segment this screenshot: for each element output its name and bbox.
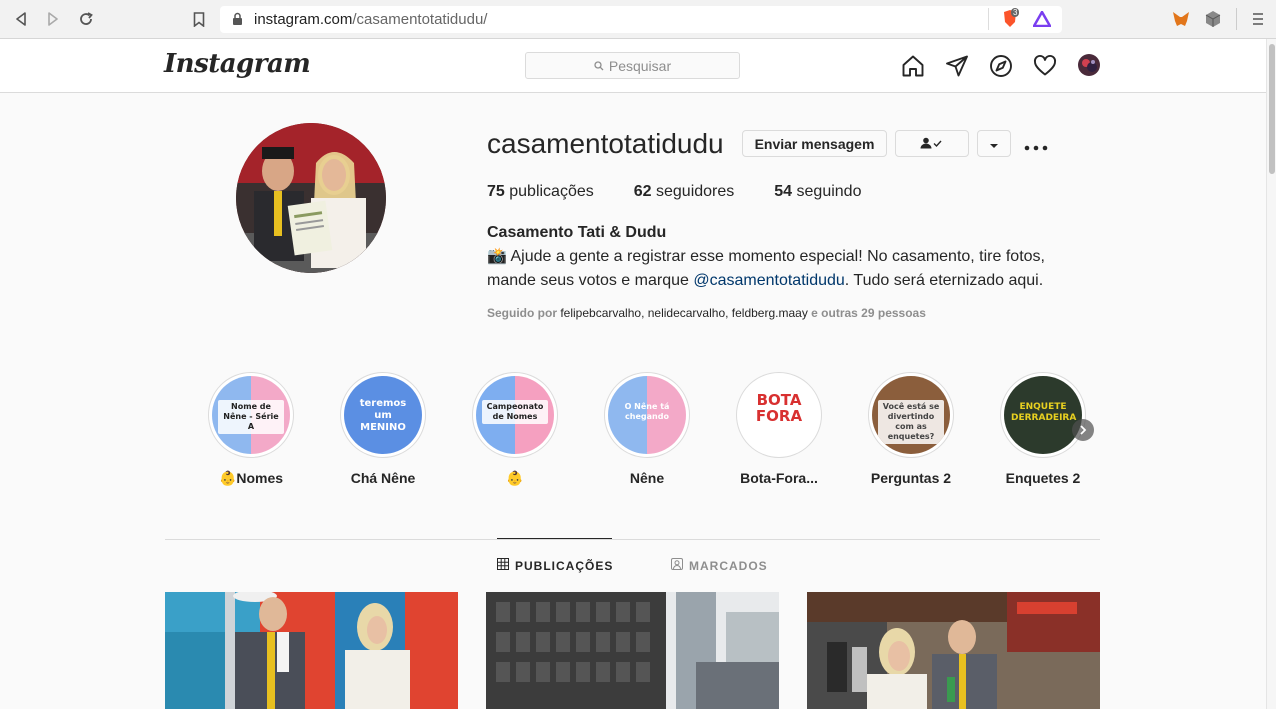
caret-down-icon — [989, 136, 999, 152]
bio-mention-link[interactable]: @casamentotatidudu — [693, 272, 844, 289]
url-text: instagram.com/casamentotatidudu/ — [254, 11, 488, 28]
highlight-cover[interactable]: BOTA FORA — [736, 372, 822, 458]
highlight-image: BOTA FORA — [740, 376, 818, 454]
suggestions-dropdown-button[interactable] — [977, 130, 1011, 157]
highlight-cover-text: O Nêne tá chegando — [624, 402, 670, 421]
highlight-cover-text: BOTA FORA — [755, 391, 803, 425]
profile-avatar[interactable] — [1077, 53, 1101, 77]
heart-icon[interactable] — [1033, 54, 1057, 78]
search-placeholder: Pesquisar — [608, 57, 672, 74]
menu-icon[interactable] — [1252, 12, 1264, 31]
highlights-next-button[interactable] — [1072, 419, 1094, 441]
extension-cube-icon[interactable] — [1205, 10, 1221, 33]
instagram-logo[interactable]: Instagram — [164, 49, 311, 79]
direct-messages-icon[interactable] — [945, 54, 969, 78]
highlight-image: Você está se divertindo com as enquetes? — [872, 376, 950, 454]
highlight-cover[interactable]: Nome de Nêne - Série A — [208, 372, 294, 458]
search-input[interactable]: Pesquisar — [525, 52, 740, 79]
highlight-image: ENQUETE DERRADEIRA — [1004, 376, 1082, 454]
post-thumbnail[interactable] — [486, 592, 779, 709]
highlight-cover[interactable]: teremos um MENINO — [340, 372, 426, 458]
tab-publicacoes[interactable]: PUBLICAÇÕES — [497, 558, 613, 573]
posts-count: 75 publicações — [487, 183, 594, 200]
highlight-cover-text: Campeonato de Nomes — [482, 400, 548, 424]
bookmark-icon[interactable] — [188, 8, 210, 30]
post-thumbnail[interactable] — [807, 592, 1100, 709]
highlight-image: O Nêne tá chegando — [608, 376, 686, 454]
following-count[interactable]: 54 seguindo — [774, 183, 861, 201]
search-icon — [594, 58, 604, 74]
grid-icon — [497, 558, 509, 573]
brave-shield-icon[interactable]: 3 — [1000, 8, 1020, 34]
highlight-label: 👶Nomes — [218, 470, 284, 486]
more-options-icon[interactable] — [1024, 139, 1048, 157]
highlight-label: Perguntas 2 — [870, 470, 952, 486]
highlight-label: Chá Nêne — [350, 470, 416, 486]
story-highlight[interactable]: O Nêne tá chegando Nêne — [582, 372, 712, 486]
scrollbar-thumb[interactable] — [1269, 44, 1275, 174]
tab-marcados[interactable]: MARCADOS — [671, 558, 768, 573]
highlight-cover-text: Você está se divertindo com as enquetes? — [878, 400, 944, 444]
profile-full-name: Casamento Tati & Dudu — [487, 224, 667, 241]
bio-line-1: 📸 Ajude a gente a registrar esse momento… — [487, 248, 1045, 265]
highlight-cover-text: Nome de Nêne - Série A — [218, 400, 284, 434]
highlight-cover[interactable]: ENQUETE DERRADEIRA — [1000, 372, 1086, 458]
story-highlight[interactable]: BOTA FORA Bota-Fora... — [714, 372, 844, 486]
profile-picture[interactable] — [236, 123, 386, 273]
highlight-image: Nome de Nêne - Série A — [212, 376, 290, 454]
tagged-icon — [671, 558, 683, 573]
story-highlight[interactable]: Campeonato de Nomes 👶 — [450, 372, 580, 487]
highlight-label: Bota-Fora... — [740, 470, 818, 486]
highlight-image: Campeonato de Nomes — [476, 376, 554, 454]
followers-count[interactable]: 62 seguidores — [634, 183, 735, 201]
reload-icon[interactable] — [75, 8, 97, 30]
highlight-label: 👶 — [506, 470, 524, 486]
highlight-cover-text: ENQUETE DERRADEIRA — [1011, 402, 1077, 423]
profile-username: casamentotatidudu — [487, 128, 724, 159]
story-highlight[interactable]: Nome de Nêne - Série A 👶Nomes — [186, 372, 316, 487]
highlight-image: teremos um MENINO — [344, 376, 422, 454]
highlight-cover[interactable]: Você está se divertindo com as enquetes? — [868, 372, 954, 458]
followed-by-text[interactable]: Seguido por felipebcarvalho, nelidecarva… — [487, 306, 926, 320]
profile-stats: 75 publicações 62 seguidores 54 seguindo — [487, 183, 901, 201]
highlight-cover[interactable]: Campeonato de Nomes — [472, 372, 558, 458]
page-scrollbar[interactable] — [1266, 39, 1276, 709]
explore-icon[interactable] — [989, 54, 1013, 78]
back-icon[interactable] — [10, 8, 32, 30]
following-button[interactable] — [895, 130, 969, 157]
highlight-label: Nêne — [629, 470, 665, 486]
highlight-label: Enquetes 2 — [1005, 470, 1081, 486]
profile-bio: 📸 Ajude a gente a registrar esse momento… — [487, 245, 1087, 293]
forward-icon[interactable] — [42, 8, 64, 30]
home-icon[interactable] — [901, 54, 925, 78]
post-thumbnail[interactable] — [165, 592, 458, 709]
browser-toolbar: instagram.com/casamentotatidudu/ 3 — [0, 0, 1276, 39]
send-message-button[interactable]: Enviar mensagem — [742, 130, 887, 157]
story-highlight[interactable]: teremos um MENINO Chá Nêne — [318, 372, 448, 486]
highlight-cover[interactable]: O Nêne tá chegando — [604, 372, 690, 458]
active-tab-indicator — [497, 538, 612, 539]
story-highlight[interactable]: Você está se divertindo com as enquetes?… — [846, 372, 976, 486]
tabs-divider — [165, 539, 1100, 540]
instagram-header: Instagram Pesquisar — [0, 39, 1266, 93]
bio-line-2: mande seus votos e marque @casamentotati… — [487, 272, 1044, 289]
brave-rewards-icon[interactable] — [1031, 9, 1053, 32]
address-bar[interactable]: instagram.com/casamentotatidudu/ 3 — [220, 6, 1062, 33]
following-check-icon — [919, 136, 945, 152]
highlight-cover-text: teremos um MENINO — [359, 398, 407, 433]
metamask-icon[interactable] — [1172, 10, 1190, 33]
lock-icon — [232, 12, 243, 31]
